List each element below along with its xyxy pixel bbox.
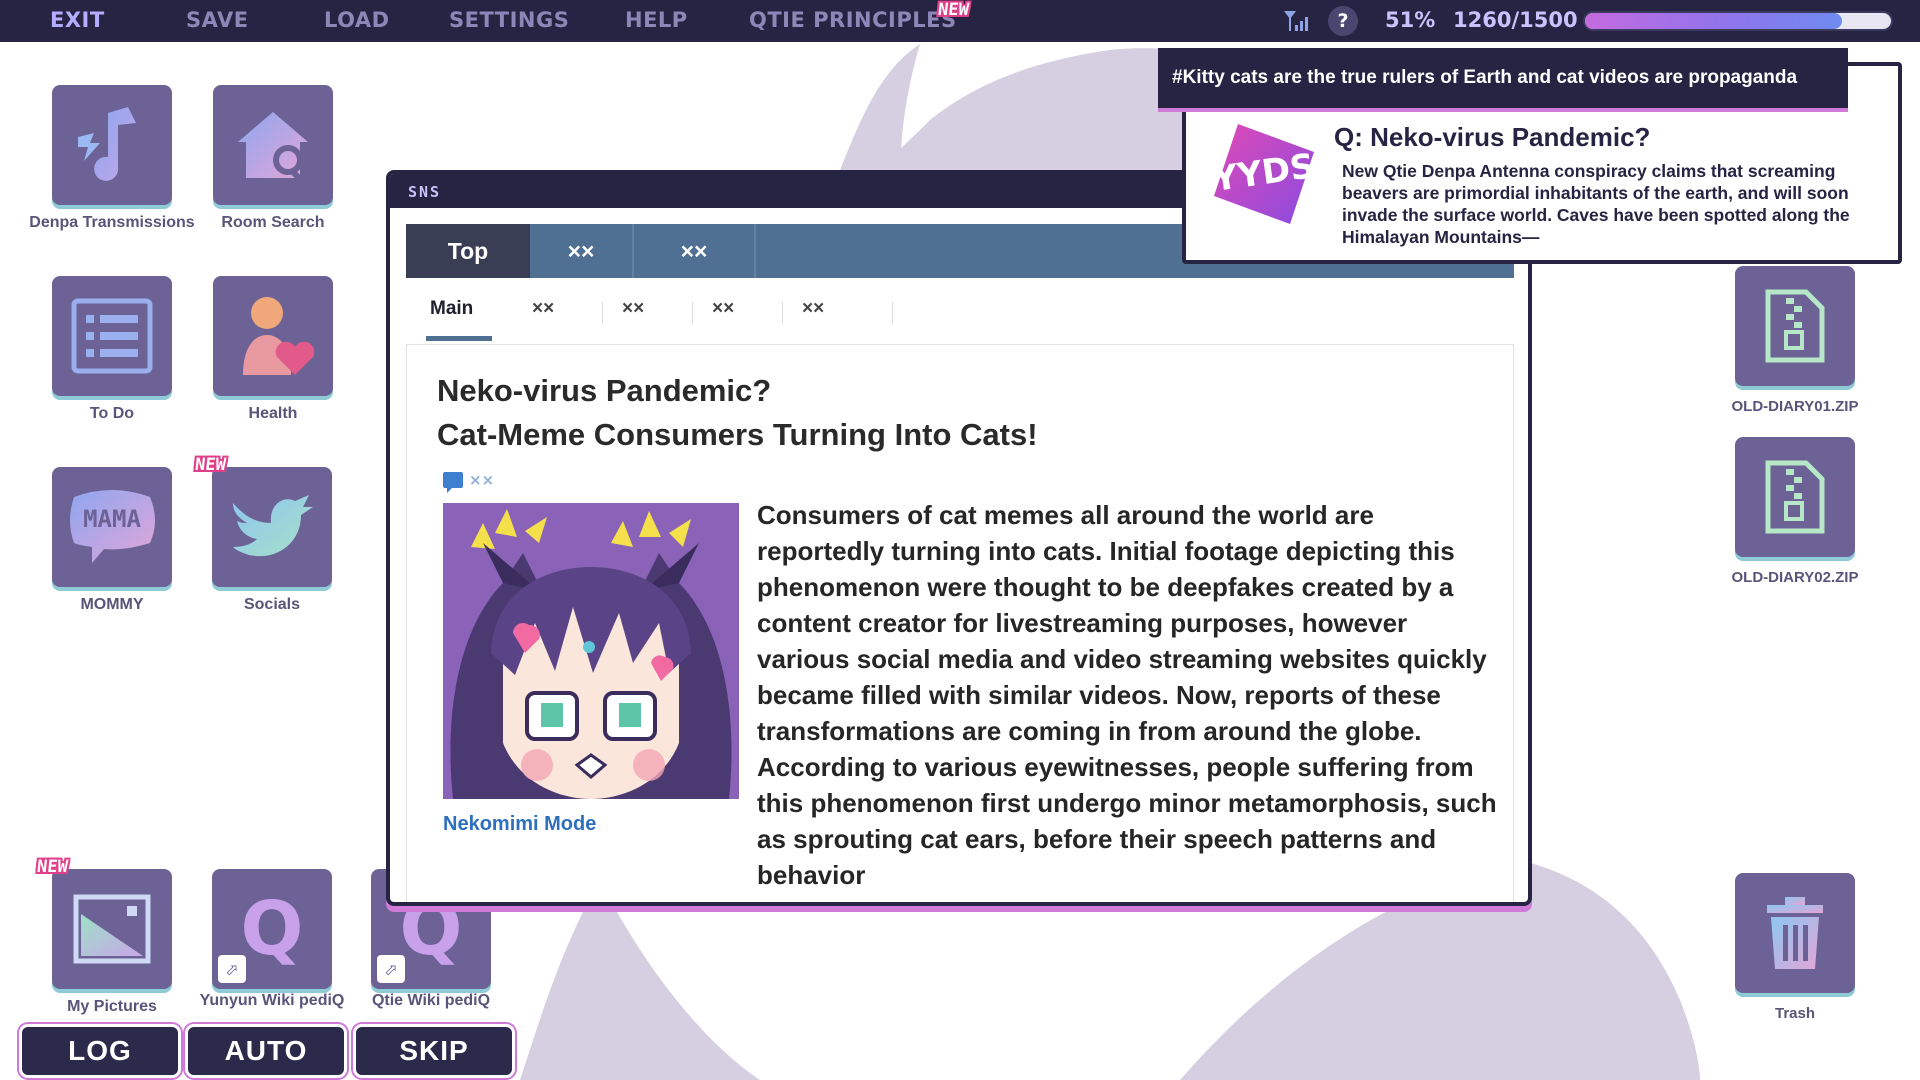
subtab-censored-1[interactable]: ×× [532,298,554,320]
file-old-diary01[interactable]: OLD-DIARY01.ZIP [1710,266,1880,415]
icon-label: Qtie Wiki pediQ [371,992,491,1009]
q-letter: Q [240,886,304,972]
bird-icon [212,467,332,587]
shortcut-arrow-icon: ⬀ [377,955,405,983]
q-icon: Q ⬀ [212,869,332,989]
music-note-icon [52,85,172,205]
menu-qtie-principles[interactable]: QTIE PRINCIPLES [749,8,957,32]
progress-bar-fill [1585,13,1843,29]
article: Neko-virus Pandemic? Cat-Meme Consumers … [406,344,1514,902]
file-old-diary02[interactable]: OLD-DIARY02.ZIP [1710,437,1880,586]
subtab-censored-3[interactable]: ×× [712,298,734,320]
notification-body: New Qtie Denpa Antenna conspiracy claims… [1342,161,1850,247]
subtab-censored-4[interactable]: ×× [802,298,824,320]
status-count: 1260/1500 [1453,8,1578,32]
notification-hashtag: #Kitty cats are the true rulers of Earth… [1158,48,1848,108]
new-badge: NEW [35,857,69,877]
help-button[interactable]: ? [1328,6,1358,36]
image-caption-link[interactable]: Nekomimi Mode [443,813,596,836]
icon-label: Socials [243,596,301,613]
menu-exit[interactable]: EXIT [50,8,105,32]
sns-window: SNS Top ×× ×× Main ×× ×× ×× ×× Neko-viru… [386,170,1532,906]
skip-button[interactable]: SKIP [356,1027,512,1075]
menu-help[interactable]: HELP [625,8,688,32]
mama-bubble-text: MAMA [83,505,141,533]
trash-bin[interactable]: Trash [1710,873,1880,1022]
desktop-icon-room-search[interactable]: Room Search [178,85,368,231]
catgirl-illustration [443,503,739,799]
tab-censored-2[interactable]: ×× [634,224,754,278]
subtab-active-underline [426,336,492,341]
sns-sub-tabs: Main ×× ×× ×× ×× [406,278,1514,344]
subtab-divider [692,302,693,324]
top-menu-bar: EXIT SAVE LOAD SETTINGS HELP QTIE PRINCI… [0,0,1920,42]
yyds-logo-text: YYDS [1210,146,1318,200]
zip-file-icon [1735,266,1855,386]
subtab-divider [892,302,893,324]
house-search-icon [213,85,333,205]
desktop-icon-socials[interactable]: NEW Socials [177,455,367,613]
comment-count: ×× [469,471,495,489]
new-badge: NEW [193,455,227,475]
signal-antenna-icon [1284,11,1308,31]
status-percent: 51% [1385,8,1436,32]
tab-top[interactable]: Top [406,224,530,278]
desktop-icon-health[interactable]: Health [178,276,368,422]
auto-button[interactable]: AUTO [188,1027,344,1075]
subtab-divider [782,302,783,324]
trash-icon [1735,873,1855,993]
person-heart-icon [213,276,333,396]
comment-count-row[interactable]: ×× [443,471,495,493]
file-label: Trash [1774,1005,1816,1022]
yyds-logo-icon: YYDS [1210,124,1318,224]
zip-file-icon [1735,437,1855,557]
new-badge: NEW [936,0,970,20]
subtab-main[interactable]: Main [430,298,473,320]
sns-window-title: SNS [408,183,442,201]
subtab-censored-2[interactable]: ×× [622,298,644,320]
progress-bar [1583,11,1893,31]
menu-save[interactable]: SAVE [186,8,249,32]
file-label: OLD-DIARY02.ZIP [1731,569,1859,586]
tab-divider [754,224,756,278]
shortcut-arrow-icon: ⬀ [218,955,246,983]
icon-label: Room Search [221,214,325,231]
article-title-line-1: Neko-virus Pandemic? [437,373,772,408]
article-title: Neko-virus Pandemic? Cat-Meme Consumers … [437,369,1038,457]
article-title-line-2: Cat-Meme Consumers Turning Into Cats! [437,417,1038,452]
menu-load[interactable]: LOAD [324,8,390,32]
picture-icon [52,869,172,989]
menu-settings[interactable]: SETTINGS [449,8,569,32]
log-button[interactable]: LOG [22,1027,178,1075]
notification-title: Q: Neko-virus Pandemic? [1334,122,1651,152]
file-label: OLD-DIARY01.ZIP [1731,398,1859,415]
article-body: Consumers of cat memes all around the wo… [757,500,1497,890]
list-icon [52,276,172,396]
subtab-divider [602,302,603,324]
mama-bubble-icon: MAMA [52,467,172,587]
article-image[interactable] [443,503,739,799]
tab-censored-1[interactable]: ×× [530,224,632,278]
comment-icon [443,472,463,493]
icon-label: Health [248,405,298,422]
